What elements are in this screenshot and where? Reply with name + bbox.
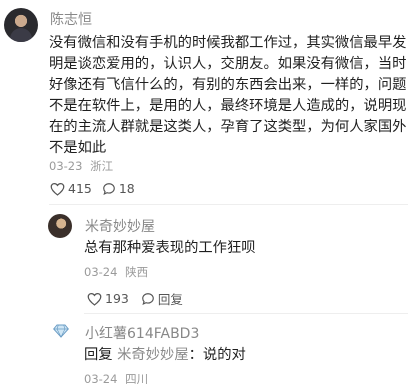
main-comment-like-count: 415 <box>68 181 92 196</box>
reply-2-username[interactable]: 小红薯614FABD3 <box>85 323 199 343</box>
reply-1-meta: 03-24 陕西 <box>84 264 148 280</box>
reply-1-date: 03-24 <box>84 265 118 279</box>
main-comment-line: 好像还有飞信什么的，有别的东西会出来，一样的，问题 <box>49 77 407 93</box>
reply-1-reply-button[interactable]: 回复 <box>141 289 183 308</box>
divider <box>84 313 408 314</box>
main-comment-line: 不是在软件上，是用的人，最终环境是人造成的，说明现 <box>49 98 407 114</box>
reply-2-reply-prefix: 回复 <box>84 347 113 363</box>
main-comment-reply-button[interactable]: 18 <box>102 181 135 196</box>
avatar-main-commenter[interactable] <box>4 8 38 42</box>
main-comment-line: 明是谈恋爱用的，认识人，交朋友。如果没有微信，当时 <box>49 56 407 72</box>
main-comment-date: 03-23 <box>49 159 83 173</box>
reply-1-like-button[interactable]: 193 <box>87 291 129 306</box>
reply-1-content: 总有那种爱表现的工作狂呗 <box>84 240 256 256</box>
divider <box>49 204 408 205</box>
main-comment-line: 在的主流人群就是这类人，孕育了这类型，为何人家国外 <box>49 119 407 135</box>
avatar-reply-2[interactable] <box>51 322 71 342</box>
like-heart-icon <box>50 182 65 196</box>
diamond-badge-icon <box>53 323 69 342</box>
reply-1-reply-label: 回复 <box>157 292 183 307</box>
main-comment-actions: 415 18 <box>50 181 135 196</box>
comment-bubble-icon <box>102 182 116 196</box>
reply-2-content: 回复 米奇妙妙屋：说的对 <box>84 345 246 366</box>
main-comment-line: 不是如此 <box>49 140 107 156</box>
main-comment-location: 浙江 <box>90 159 114 173</box>
like-heart-icon <box>87 292 102 306</box>
reply-2-meta: 03-24 四川 <box>84 371 148 387</box>
reply-2-mention[interactable]: 米奇妙妙屋 <box>117 347 188 363</box>
main-comment-content: 没有微信和没有手机的时候我都工作过，其实微信最早发 明是谈恋爱用的，认识人，交朋… <box>49 33 406 159</box>
reply-2-location: 四川 <box>125 372 149 386</box>
avatar-reply-1[interactable] <box>48 214 72 238</box>
comment-bubble-icon <box>141 292 155 306</box>
reply-1-like-count: 193 <box>105 291 129 306</box>
main-comment-like-button[interactable]: 415 <box>50 181 92 196</box>
reply-1-location: 陕西 <box>125 265 149 279</box>
reply-2-date: 03-24 <box>84 372 118 386</box>
main-comment-username[interactable]: 陈志恒 <box>50 9 92 29</box>
reply-1-username[interactable]: 米奇妙妙屋 <box>85 216 155 236</box>
main-comment-line: 没有微信和没有手机的时候我都工作过，其实微信最早发 <box>49 35 407 51</box>
main-comment-reply-count: 18 <box>118 181 135 196</box>
main-comment-meta: 03-23 浙江 <box>49 158 113 174</box>
reply-1-actions: 193 回复 <box>87 289 183 308</box>
reply-2-text: ：说的对 <box>188 347 246 363</box>
